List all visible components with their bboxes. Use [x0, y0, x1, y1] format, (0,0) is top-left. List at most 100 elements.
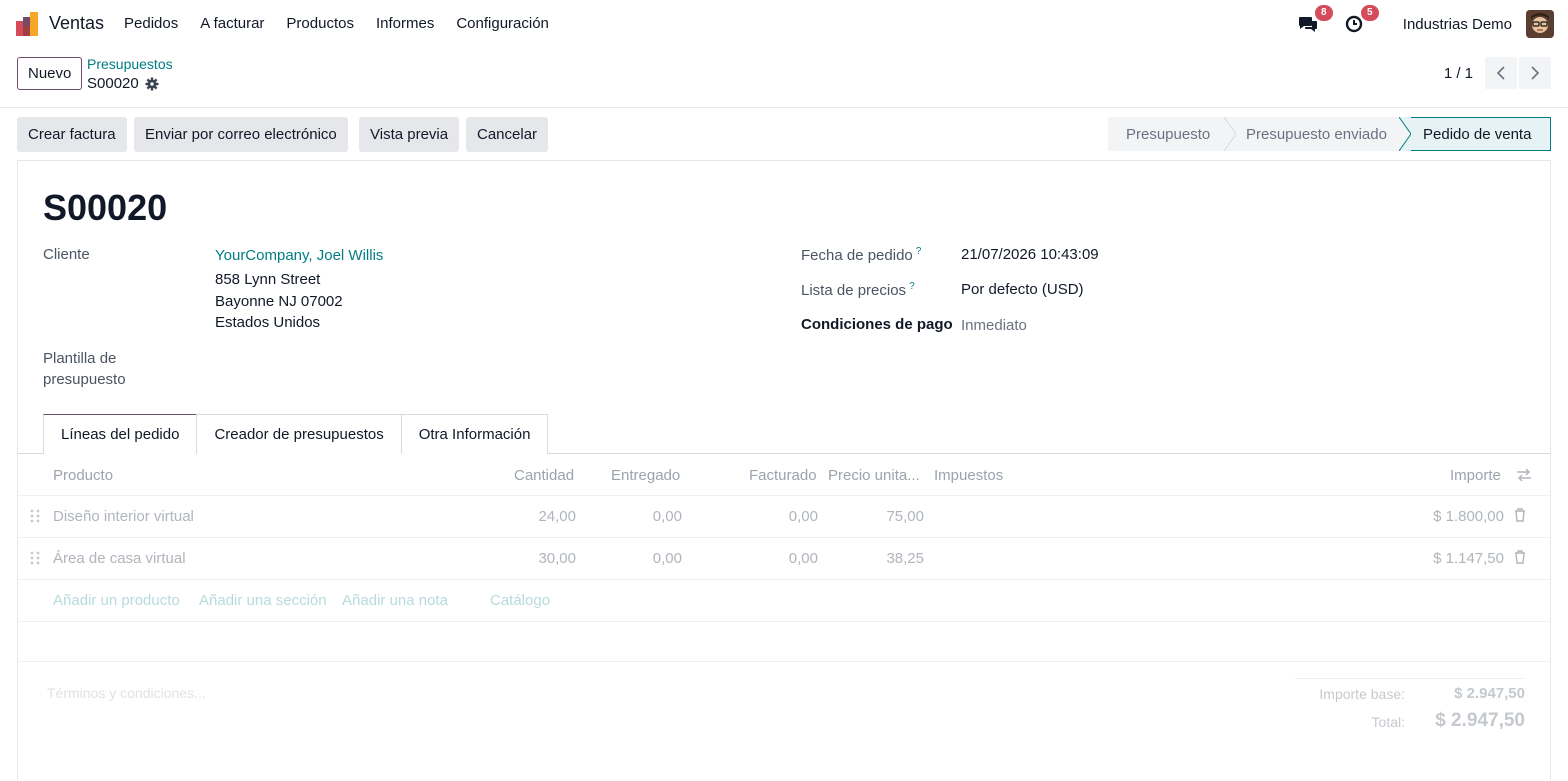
- menu-informes[interactable]: Informes: [376, 15, 434, 32]
- step-label: Pedido de venta: [1423, 125, 1532, 143]
- navbar-systray: 8 5 Industrias Demo: [1297, 5, 1554, 40]
- menu-configuracion[interactable]: Configuración: [456, 15, 549, 32]
- order-lines-header: Producto Cantidad Entregado Facturado Pr…: [18, 454, 1550, 496]
- tab-quote-builder[interactable]: Creador de presupuestos: [196, 414, 402, 454]
- base-amount-value: $ 2.947,50: [1454, 685, 1525, 702]
- menu-a-facturar[interactable]: A facturar: [200, 15, 264, 32]
- pager-next-button[interactable]: [1519, 57, 1551, 89]
- breadcrumb-presupuestos[interactable]: Presupuestos: [87, 56, 173, 72]
- template-label-line-2: presupuesto: [43, 371, 126, 388]
- add-section-link[interactable]: Añadir una sección: [199, 592, 327, 609]
- new-button[interactable]: Nuevo: [17, 57, 83, 90]
- user-avatar-image: [1526, 10, 1554, 38]
- cell-unit-price: 75,00: [886, 508, 924, 525]
- messages-badge: 8: [1314, 5, 1333, 21]
- menu-productos[interactable]: Productos: [286, 15, 354, 32]
- user-avatar[interactable]: [1526, 10, 1554, 38]
- totals-divider: [1295, 678, 1525, 679]
- payment-terms-label: Condiciones de pago: [801, 316, 953, 333]
- tab-other-info[interactable]: Otra Información: [400, 414, 549, 454]
- step-presupuesto[interactable]: Presupuesto: [1108, 117, 1224, 151]
- cell-unit-price: 38,25: [886, 550, 924, 567]
- cell-delivered: 0,00: [652, 508, 682, 525]
- cell-invoiced: 0,00: [788, 508, 818, 525]
- cell-product: Área de casa virtual: [53, 550, 186, 567]
- pricelist-label-text: Lista de precios: [801, 282, 907, 299]
- total-value: $ 2.947,50: [1435, 710, 1525, 731]
- col-quantity[interactable]: Cantidad: [514, 467, 574, 484]
- table-row[interactable]: Diseño interior virtual 24,00 0,00 0,00 …: [18, 496, 1550, 538]
- form-sheet: S00020 Cliente YourCompany, Joel Willis …: [17, 160, 1551, 781]
- sales-app-icon[interactable]: [16, 12, 40, 36]
- chat-icon: [1298, 17, 1317, 32]
- messages-button[interactable]: 8: [1297, 5, 1333, 35]
- col-taxes[interactable]: Impuestos: [934, 467, 1003, 484]
- table-row[interactable]: Área de casa virtual 30,00 0,00 0,00 38,…: [18, 538, 1550, 580]
- activities-button[interactable]: 5: [1343, 5, 1379, 35]
- cell-invoiced: 0,00: [788, 550, 818, 567]
- main-menu: Pedidos A facturar Productos Informes Co…: [124, 15, 571, 32]
- cell-quantity: 24,00: [538, 508, 576, 525]
- empty-row: [18, 622, 1550, 662]
- order-date-label-text: Fecha de pedido: [801, 247, 913, 264]
- preview-button[interactable]: Vista previa: [359, 117, 460, 152]
- send-email-button[interactable]: Enviar por correo electrónico: [134, 117, 348, 152]
- payment-terms-value[interactable]: Inmediato: [961, 317, 1027, 334]
- menu-pedidos[interactable]: Pedidos: [124, 15, 178, 32]
- activities-badge: 5: [1360, 5, 1379, 21]
- col-delivered[interactable]: Entregado: [611, 467, 680, 484]
- add-product-link[interactable]: Añadir un producto: [53, 592, 180, 609]
- template-label-line-1: Plantilla de: [43, 350, 117, 367]
- help-tooltip[interactable]: ?: [909, 281, 915, 292]
- col-invoiced[interactable]: Facturado: [749, 467, 817, 484]
- form-statusbar: Crear factura Enviar por correo electrón…: [0, 109, 1568, 161]
- step-pedido-de-venta[interactable]: Pedido de venta: [1411, 117, 1551, 151]
- step-separator: [1224, 117, 1236, 151]
- pager-previous-button[interactable]: [1485, 57, 1517, 89]
- cell-product: Diseño interior virtual: [53, 508, 194, 525]
- terms-and-conditions-input[interactable]: Términos y condiciones...: [47, 685, 206, 701]
- drag-handle-icon[interactable]: [30, 551, 40, 565]
- add-note-link[interactable]: Añadir una nota: [342, 592, 448, 609]
- notebook-tabs: Líneas del pedido Creador de presupuesto…: [43, 414, 549, 454]
- app-name[interactable]: Ventas: [49, 13, 104, 34]
- status-steps: Presupuesto Presupuesto enviado Pedido d…: [1108, 117, 1551, 151]
- trash-icon[interactable]: [1514, 550, 1526, 564]
- step-presupuesto-enviado[interactable]: Presupuesto enviado: [1236, 117, 1399, 151]
- drag-handle-icon[interactable]: [30, 509, 40, 523]
- tab-label: Otra Información: [418, 426, 531, 443]
- order-title: S00020: [43, 187, 168, 228]
- create-invoice-button[interactable]: Crear factura: [17, 117, 127, 152]
- cell-amount: $ 1.800,00: [1433, 508, 1504, 525]
- order-date-label: Fecha de pedido?: [801, 246, 921, 264]
- breadcrumb-current: S00020: [87, 75, 159, 92]
- customer-link[interactable]: YourCompany, Joel Willis: [215, 247, 383, 264]
- pricelist-value[interactable]: Por defecto (USD): [961, 281, 1084, 298]
- cell-quantity: 30,00: [538, 550, 576, 567]
- step-separator: [1399, 117, 1411, 151]
- cell-delivered: 0,00: [652, 550, 682, 567]
- col-unit-price[interactable]: Precio unita...: [828, 467, 920, 484]
- help-tooltip[interactable]: ?: [916, 246, 922, 257]
- pricelist-label: Lista de precios?: [801, 281, 915, 299]
- gear-icon[interactable]: [145, 77, 159, 91]
- tab-label: Líneas del pedido: [61, 426, 180, 443]
- order-date-value[interactable]: 21/07/2026 10:43:09: [961, 246, 1099, 263]
- control-panel: Nuevo Presupuestos S00020 1 / 1: [0, 48, 1568, 108]
- optional-columns-icon[interactable]: [1516, 468, 1532, 482]
- record-name: S00020: [87, 75, 139, 92]
- col-amount[interactable]: Importe: [1450, 467, 1501, 484]
- clock-icon: [1345, 15, 1362, 33]
- pager-value[interactable]: 1 / 1: [1444, 65, 1473, 82]
- company-switcher[interactable]: Industrias Demo: [1403, 16, 1512, 33]
- trash-icon[interactable]: [1514, 508, 1526, 522]
- address-line-1: 858 Lynn Street: [215, 271, 321, 288]
- tab-label: Creador de presupuestos: [214, 426, 384, 443]
- top-navbar: Ventas Pedidos A facturar Productos Info…: [0, 0, 1568, 48]
- col-product[interactable]: Producto: [53, 467, 113, 484]
- cancel-button[interactable]: Cancelar: [466, 117, 549, 152]
- pager: 1 / 1: [1444, 57, 1551, 89]
- address-line-3: Estados Unidos: [215, 314, 321, 331]
- catalog-link[interactable]: Catálogo: [490, 592, 550, 609]
- tab-order-lines[interactable]: Líneas del pedido: [43, 414, 198, 454]
